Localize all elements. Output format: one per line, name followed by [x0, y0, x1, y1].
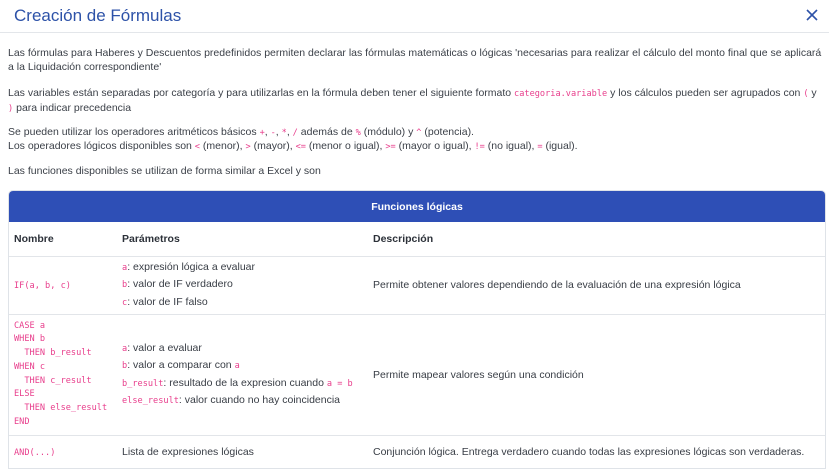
param-text: : valor a comparar con [127, 359, 235, 371]
text: (igual). [542, 140, 578, 152]
close-icon[interactable] [803, 6, 821, 24]
text: además de [297, 126, 356, 138]
function-name-cell: IF(a, b, c) [9, 256, 117, 315]
param-code: b_result [122, 378, 164, 389]
param-line: b: valor de IF verdadero [122, 276, 368, 294]
params-cell: a: valor a evaluar b: valor a comparar c… [117, 314, 368, 436]
intro-paragraph-4: Los operadores lógicos disponibles son <… [8, 139, 824, 154]
text: (menor), [199, 140, 246, 152]
param-code: else_result [122, 396, 179, 406]
param-line: a: valor a evaluar [122, 340, 368, 358]
functions-table: Nombre Parámetros Descripción IF(a, b, c… [9, 222, 825, 468]
text: y los cálculos pueden ser agrupados con [607, 87, 804, 99]
op-minus-code: - [270, 128, 276, 138]
table-row: CASE a WHEN b THEN b_result WHEN c THEN … [9, 314, 825, 436]
params-cell: a: expresión lógica a evaluar b: valor d… [117, 256, 368, 315]
param-code: a [234, 361, 240, 371]
text: Se pueden utilizar los operadores aritmé… [8, 126, 260, 138]
text: (mayor), [250, 140, 296, 152]
column-header-name: Nombre [9, 222, 117, 257]
text: (no igual), [484, 140, 538, 152]
text: y [808, 87, 817, 99]
function-name-cell: AND(...) [9, 435, 117, 468]
function-name: CASE a WHEN b THEN b_result WHEN c THEN … [14, 320, 108, 427]
description-cell: Permite mapear valores según una condici… [368, 314, 825, 436]
param-line: b: valor a comparar con a [122, 357, 368, 375]
param-code: a = b [326, 378, 353, 389]
param-text: : valor cuando no hay coincidencia [178, 394, 341, 406]
intro-paragraph-1: Las fórmulas para Haberes y Descuentos p… [8, 47, 822, 73]
param-text: : resultado de la expresion cuando [163, 376, 327, 389]
intro-paragraph-3: Se pueden utilizar los operadores aritmé… [8, 126, 474, 138]
modal-title: Creación de Fórmulas [14, 6, 182, 25]
op-plus-code: + [259, 128, 265, 138]
text: Las variables están separadas por catego… [8, 87, 515, 99]
column-header-description: Descripción [368, 222, 825, 257]
table-header-row: Nombre Parámetros Descripción [9, 222, 825, 257]
function-name: AND(...) [14, 447, 56, 458]
column-header-params: Parámetros [117, 222, 368, 257]
op-neq-code: != [474, 142, 485, 152]
param-text: : valor de IF verdadero [127, 278, 233, 291]
param-text: : valor a evaluar [127, 341, 202, 354]
op-mul-code: * [281, 128, 287, 138]
text: Los operadores lógicos disponibles son [8, 140, 195, 152]
param-line: else_result: valor cuando no hay coincid… [122, 392, 368, 410]
text: para indicar precedencia [13, 102, 132, 114]
op-gte-code: >= [385, 142, 396, 152]
table-title: Funciones lógicas [9, 191, 825, 222]
param-text: : expresión lógica a evaluar [127, 260, 256, 273]
function-name-cell: CASE a WHEN b THEN b_result WHEN c THEN … [9, 314, 117, 436]
text: (menor o igual), [305, 140, 386, 152]
text: (mayor o igual), [395, 140, 475, 152]
param-line: c: valor de IF falso [122, 294, 368, 312]
description-cell: Permite obtener valores dependiendo de l… [368, 256, 825, 315]
params-cell: Lista de expresiones lógicas [117, 435, 368, 468]
modal-header: Creación de Fórmulas [0, 0, 829, 33]
param-text: : valor de IF falso [127, 295, 208, 308]
intro-paragraph-2: Las variables están separadas por catego… [8, 86, 824, 116]
text: (módulo) y [360, 126, 417, 138]
description-cell: Conjunción lógica. Entrega verdadero cua… [368, 435, 825, 468]
variable-format-code: categoria.variable [514, 89, 608, 99]
table-row: IF(a, b, c) a: expresión lógica a evalua… [9, 256, 825, 315]
param-line: a: expresión lógica a evaluar [122, 259, 368, 277]
intro-paragraph-5: Las funciones disponibles se utilizan de… [8, 165, 321, 177]
param-line: b_result: resultado de la expresion cuan… [122, 375, 368, 393]
functions-table-card: Funciones lógicas Nombre Parámetros Desc… [8, 190, 826, 469]
op-lte-code: <= [295, 142, 306, 152]
text: (potencia). [421, 126, 474, 138]
function-name: IF(a, b, c) [14, 281, 71, 291]
table-row: AND(...) Lista de expresiones lógicas Co… [9, 435, 825, 468]
